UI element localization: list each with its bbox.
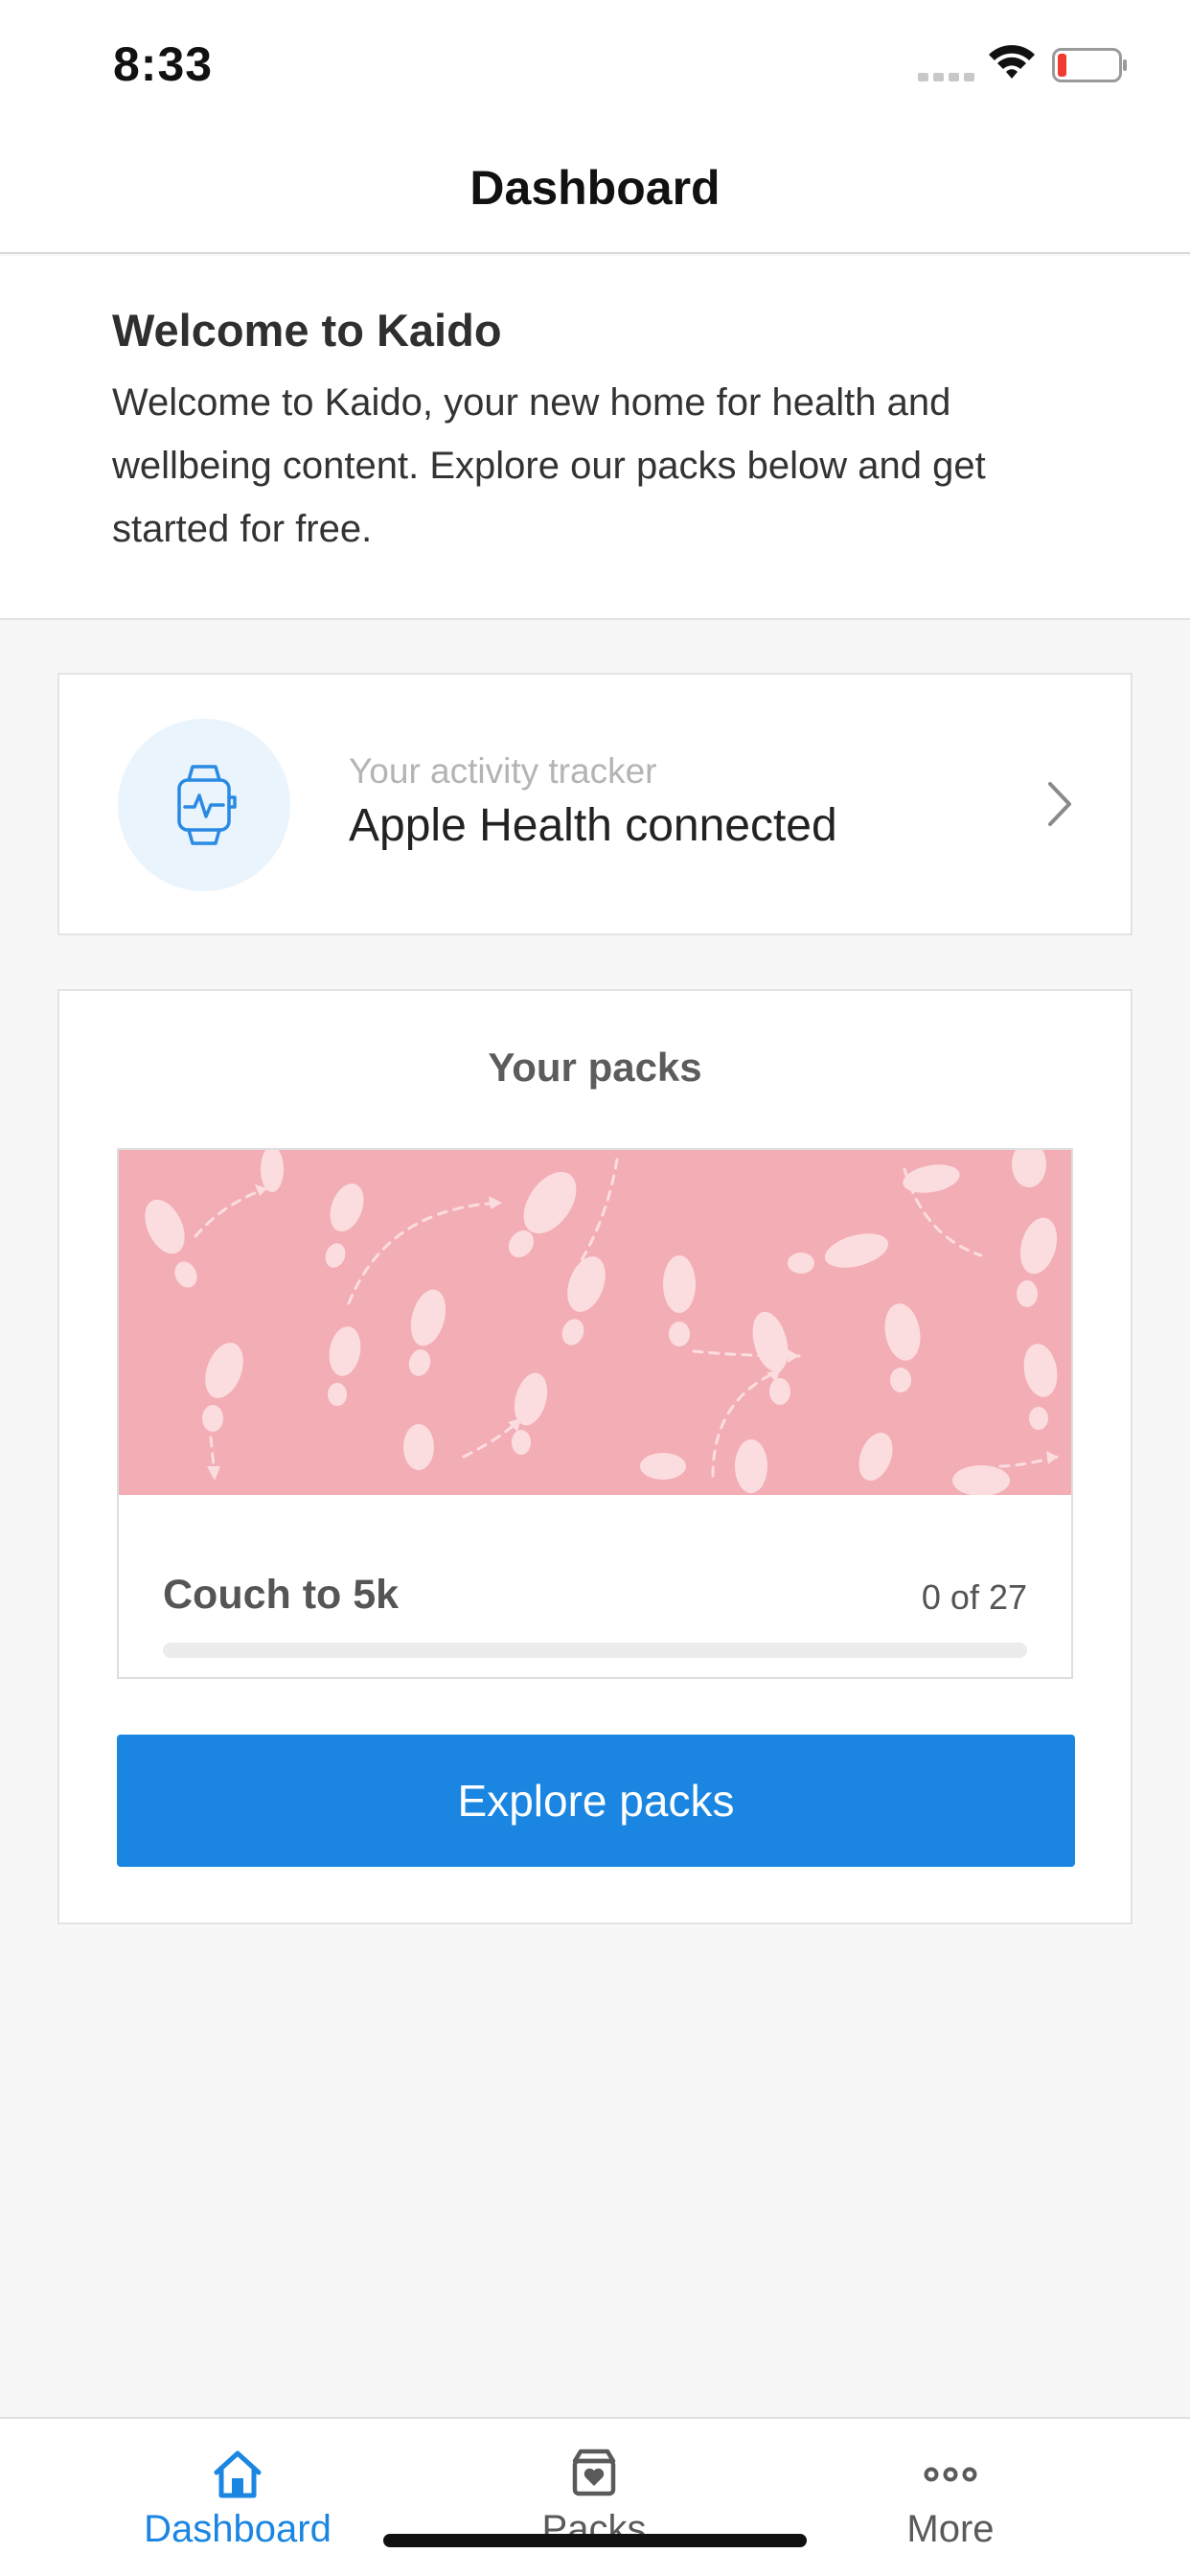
pack-tile[interactable]: Couch to 5k 0 of 27 bbox=[117, 1148, 1073, 1679]
smartwatch-icon bbox=[177, 765, 237, 845]
explore-packs-button[interactable]: Explore packs bbox=[117, 1735, 1075, 1867]
home-indicator bbox=[383, 2534, 807, 2547]
tab-label-dashboard: Dashboard bbox=[144, 2508, 332, 2550]
tracker-icon-badge bbox=[118, 719, 290, 891]
tracker-status: Apple Health connected bbox=[349, 800, 837, 851]
packs-title: Your packs bbox=[488, 1045, 702, 1090]
welcome-section: Welcome to Kaido Welcome to Kaido, your … bbox=[0, 256, 1190, 620]
welcome-title: Welcome to Kaido bbox=[112, 305, 502, 356]
tab-dashboard[interactable]: Dashboard bbox=[94, 2419, 381, 2576]
nav-bar: Dashboard bbox=[0, 129, 1190, 254]
home-icon bbox=[214, 2450, 262, 2498]
tab-more[interactable]: More bbox=[807, 2419, 1094, 2576]
activity-tracker-card[interactable]: Your activity tracker Apple Health conne… bbox=[57, 673, 1133, 935]
page-title: Dashboard bbox=[469, 161, 721, 215]
tab-bar: Dashboard Packs More bbox=[0, 2417, 1190, 2576]
dashboard-screen: 8:33 Dashboard Welcome to Kaido Welcome … bbox=[0, 0, 1190, 2576]
tab-label-more: More bbox=[906, 2508, 995, 2550]
wifi-icon bbox=[989, 45, 1035, 79]
signal-icon bbox=[918, 73, 974, 81]
box-heart-icon bbox=[572, 2449, 616, 2496]
tab-packs[interactable]: Packs bbox=[450, 2419, 738, 2576]
pack-banner-image bbox=[119, 1150, 1071, 1495]
tracker-subtitle: Your activity tracker bbox=[349, 751, 657, 791]
more-dots-icon bbox=[924, 2467, 977, 2482]
chevron-right-icon bbox=[1048, 782, 1071, 826]
status-time: 8:33 bbox=[113, 37, 214, 91]
pack-name: Couch to 5k bbox=[163, 1572, 400, 1618]
pack-progress-count: 0 of 27 bbox=[921, 1577, 1027, 1617]
welcome-body: Welcome to Kaido, your new home for heal… bbox=[112, 381, 986, 550]
pack-progress-bar bbox=[163, 1643, 1027, 1658]
status-bar: 8:33 bbox=[0, 0, 1190, 129]
battery-low-icon bbox=[1052, 48, 1127, 82]
your-packs-card: Your packs Couch to 5k 0 of 27 Explore p… bbox=[57, 989, 1133, 1924]
